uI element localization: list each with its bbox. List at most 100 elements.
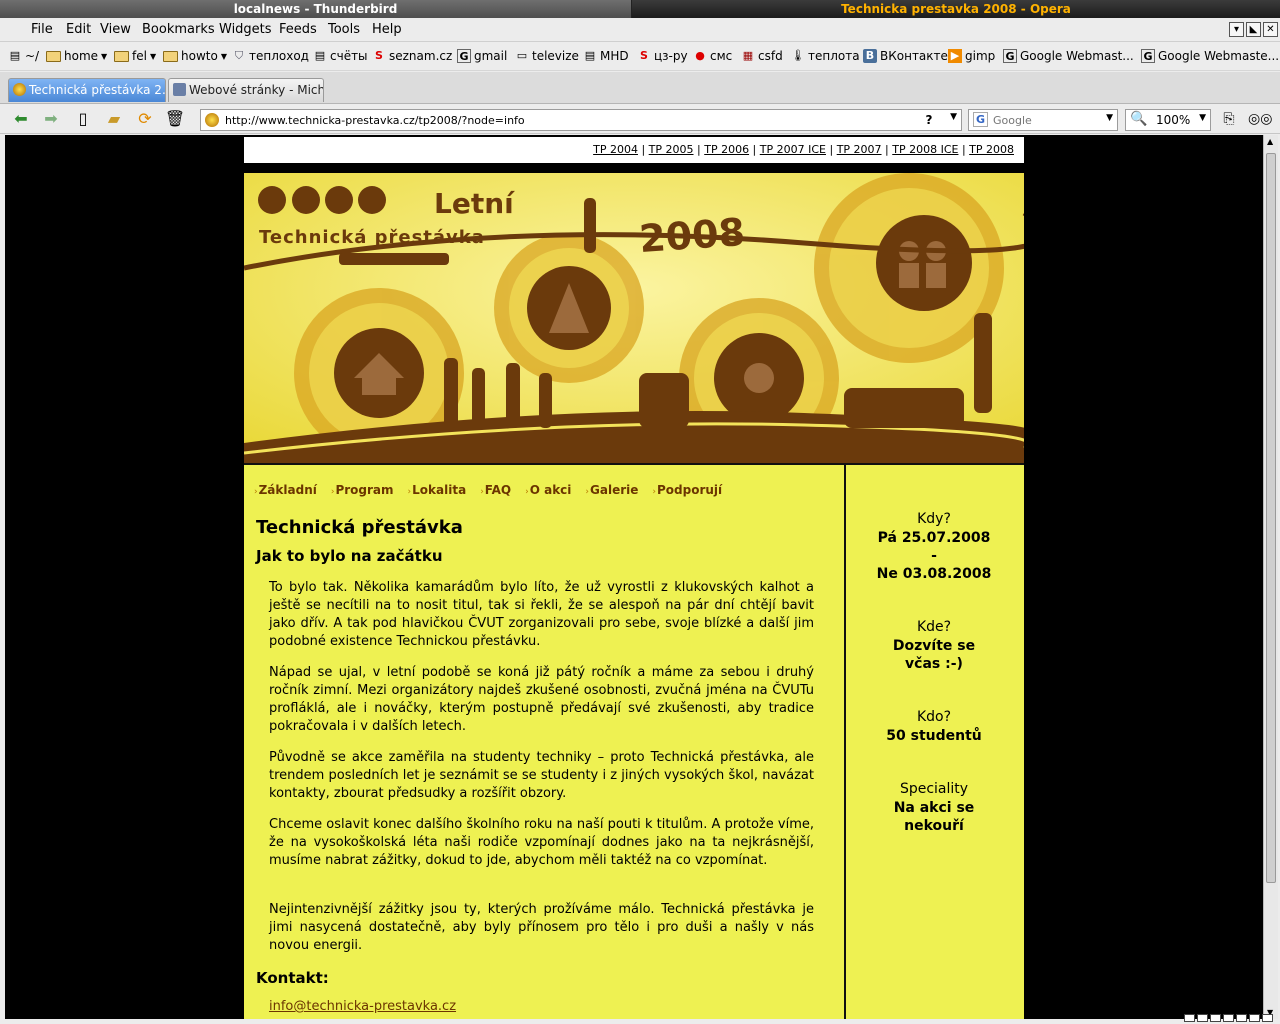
open-folder-icon[interactable]: ▰	[103, 108, 125, 130]
nav-zakladni[interactable]: ›Základní	[254, 483, 317, 497]
link-tp-2007-ice[interactable]: TP 2007 ICE	[760, 143, 826, 156]
reload-icon[interactable]: ⟳	[134, 108, 156, 130]
bookmark-gmail[interactable]: Ggmail	[457, 49, 507, 63]
chevron-down-icon[interactable]: ▼	[1106, 113, 1113, 123]
link-tp-2004[interactable]: TP 2004	[593, 143, 638, 156]
menu-bar: File Edit View Bookmarks Widgets Feeds T…	[0, 18, 1280, 42]
arrow-icon: ›	[652, 487, 656, 497]
chevron-down-icon[interactable]: ▼	[950, 112, 957, 122]
link-tp-2008[interactable]: TP 2008	[969, 143, 1014, 156]
menu-widgets[interactable]: Widgets	[219, 22, 272, 37]
status-icon[interactable]	[1223, 1014, 1234, 1022]
web-page: TP 2004 | TP 2005 | TP 2006 | TP 2007 IC…	[244, 135, 1024, 1019]
bookmark-csfd[interactable]: ▦ csfd	[741, 49, 783, 63]
bookmark-label: fel	[132, 49, 147, 63]
status-icon[interactable]	[1236, 1014, 1247, 1022]
bookmark-schety[interactable]: ▤ счёты	[313, 49, 368, 63]
status-icon[interactable]	[1210, 1014, 1221, 1022]
vertical-scrollbar[interactable]: ▲ ▼	[1263, 135, 1278, 1019]
nav-faq[interactable]: ›FAQ	[480, 483, 511, 497]
when-label: Kdy?	[917, 511, 951, 527]
back-icon[interactable]: ⬅	[10, 108, 32, 130]
forward-icon[interactable]: ➡	[40, 108, 62, 130]
title-bars: localnews - Thunderbird Technicka presta…	[0, 0, 1280, 18]
opera-title[interactable]: Technicka prestavka 2008 - Opera	[632, 0, 1280, 18]
url-input[interactable]	[225, 112, 915, 128]
bookmark-label: теплота	[808, 49, 860, 63]
chevron-down-icon[interactable]: ▼	[1199, 113, 1206, 123]
status-icon[interactable]	[1262, 1014, 1273, 1022]
paragraph-4: Chceme oslavit konec dalšího školního ro…	[269, 817, 814, 868]
link-tp-2006[interactable]: TP 2006	[704, 143, 749, 156]
bookmark-mhd[interactable]: ▤ MHD	[583, 49, 629, 63]
bookmark-teplota[interactable]: 🌡 теплота	[791, 49, 860, 63]
bookmark-label: счёты	[330, 49, 368, 63]
shield-icon	[173, 83, 186, 96]
nav-label: Galerie	[590, 483, 639, 497]
bookmark-google-webmaster-2[interactable]: G Google Webmaste...	[1141, 49, 1279, 63]
tab-technicka-prestavka[interactable]: Technická přestávka 2...	[8, 78, 166, 102]
trash-icon[interactable]: 🗑	[164, 108, 186, 130]
nav-podporuji[interactable]: ›Podporují	[652, 483, 722, 497]
tab-bar: Technická přestávka 2... Webové stránky …	[0, 72, 1280, 104]
bookmark-vkontakte[interactable]: B ВКонтакте	[863, 49, 948, 63]
scroll-up-icon[interactable]: ▲	[1267, 137, 1273, 146]
bookmark-teplohod[interactable]: ⛉ теплоход	[232, 49, 309, 63]
bookmark-televize[interactable]: ▭ televize	[515, 49, 579, 63]
bookmark-google-webmaster-1[interactable]: G Google Webmast...	[1003, 49, 1134, 63]
arrow-icon: ›	[330, 487, 335, 497]
where-label: Kde?	[916, 619, 952, 635]
search-box[interactable]: G ▼	[968, 109, 1118, 131]
tab-webove-stranky[interactable]: Webové stránky - Mich...	[168, 78, 324, 102]
google-icon: G	[1141, 49, 1155, 63]
menu-view[interactable]: View	[100, 22, 131, 37]
link-tp-2008-ice[interactable]: TP 2008 ICE	[892, 143, 958, 156]
bookmark-home-dir[interactable]: ▤ ~/	[8, 49, 39, 63]
bookmark-folder-home[interactable]: home ▼	[46, 49, 107, 63]
new-page-icon[interactable]: ▯	[72, 108, 94, 130]
who-label: Kdo?	[916, 709, 952, 725]
address-bar[interactable]: ? ▼	[200, 109, 962, 131]
thunderbird-title[interactable]: localnews - Thunderbird	[0, 0, 632, 18]
close-icon[interactable]: ✕	[1263, 22, 1278, 37]
nav-galerie[interactable]: ›Galerie	[585, 483, 638, 497]
menu-edit[interactable]: Edit	[66, 22, 91, 37]
nav-label: Základní	[258, 483, 317, 497]
link-tp-2007[interactable]: TP 2007	[837, 143, 882, 156]
bookmark-folder-howto[interactable]: howto ▼	[163, 49, 227, 63]
bookmark-label: gimp	[965, 49, 996, 63]
contact-email-link[interactable]: info@technicka-prestavka.cz	[269, 999, 456, 1014]
menu-tools[interactable]: Tools	[328, 22, 360, 37]
nav-program[interactable]: ›Program	[331, 483, 394, 497]
status-icon[interactable]	[1184, 1014, 1195, 1022]
restore-icon[interactable]: ◣	[1246, 22, 1261, 37]
nav-lokalita[interactable]: ›Lokalita	[408, 483, 467, 497]
search-input[interactable]	[993, 112, 1093, 128]
menu-bookmarks[interactable]: Bookmarks	[142, 22, 215, 37]
bookmark-folder-fel[interactable]: fel ▼	[114, 49, 156, 63]
page-subtitle: Jak to bylo na začátku	[256, 547, 443, 565]
menu-help[interactable]: Help	[372, 22, 402, 37]
minimize-icon[interactable]: ▾	[1229, 22, 1244, 37]
film-icon: ▦	[742, 49, 754, 62]
google-icon: G	[457, 49, 471, 63]
help-icon[interactable]: ?	[919, 111, 939, 129]
menu-file[interactable]: File	[31, 22, 53, 37]
contact-heading: Kontakt:	[256, 969, 329, 987]
bookmark-sms[interactable]: ● смс	[693, 49, 732, 63]
status-icon[interactable]	[1197, 1014, 1208, 1022]
magnifier-icon: 🔍	[1130, 111, 1148, 127]
bookmark-seznam[interactable]: Sseznam.cz	[372, 49, 452, 63]
vodafone-icon: ●	[695, 49, 705, 62]
bookmark-gimp[interactable]: ▶ gimp	[948, 49, 995, 63]
glasses-icon[interactable]: ◎◎	[1248, 108, 1272, 130]
zoom-control[interactable]: 🔍 100% ▼	[1125, 109, 1211, 131]
link-tp-2005[interactable]: TP 2005	[649, 143, 694, 156]
scroll-thumb[interactable]	[1266, 153, 1276, 883]
menu-feeds[interactable]: Feeds	[279, 22, 317, 37]
who-value: 50 studentů	[886, 728, 982, 744]
nav-o-akci[interactable]: ›O akci	[525, 483, 571, 497]
status-icon[interactable]	[1249, 1014, 1260, 1022]
panel-icon[interactable]: ⎘	[1218, 108, 1240, 130]
bookmark-cz-ru[interactable]: Sцз-ру	[637, 49, 688, 63]
